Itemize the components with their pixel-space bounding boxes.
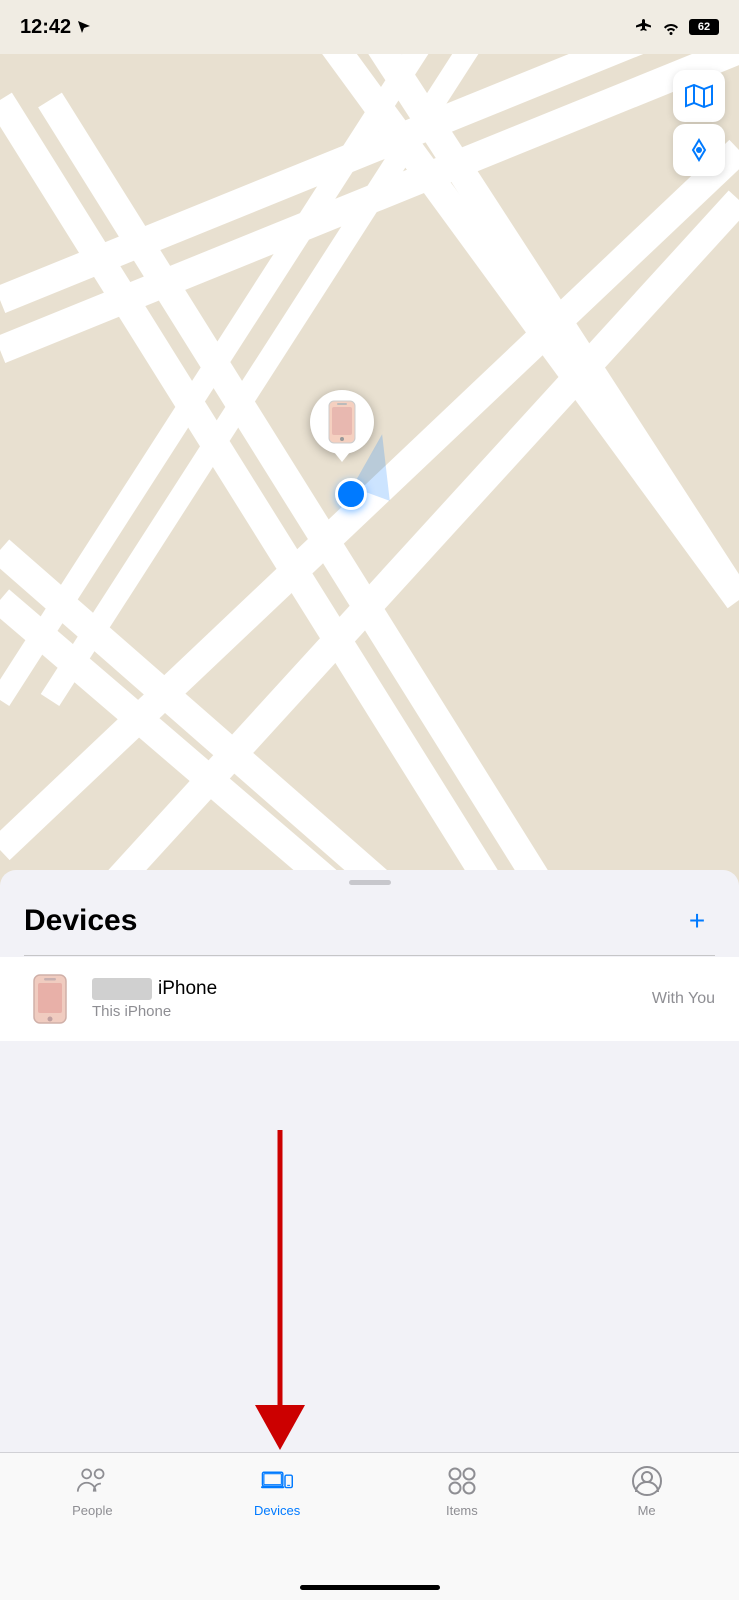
tab-devices[interactable]: Devices (185, 1465, 370, 1518)
tab-items[interactable]: Items (370, 1465, 555, 1518)
tab-people[interactable]: People (0, 1465, 185, 1518)
device-info: iPhone This iPhone (92, 978, 652, 1020)
tab-me[interactable]: Me (554, 1465, 739, 1518)
devices-icon (261, 1465, 293, 1497)
sheet-title: Devices (24, 904, 137, 938)
battery-indicator: 62 (689, 19, 719, 35)
map-controls (673, 70, 725, 176)
annotation-arrow (220, 1120, 340, 1465)
user-location (335, 478, 367, 510)
device-name: iPhone (158, 978, 217, 1000)
status-bar: 12:42 62 (0, 0, 739, 54)
phone-pin-circle (310, 390, 374, 454)
tab-items-label: Items (446, 1503, 478, 1518)
people-icon (76, 1465, 108, 1497)
device-icon (24, 973, 76, 1025)
device-status: With You (652, 990, 715, 1008)
map-view-button[interactable] (673, 70, 725, 122)
map-view[interactable] (0, 0, 739, 900)
status-time: 12:42 (20, 16, 91, 39)
location-arrow-icon (77, 20, 91, 34)
tab-me-label: Me (638, 1503, 656, 1518)
wifi-icon (661, 20, 681, 35)
device-map-pin[interactable] (310, 390, 374, 454)
sheet-divider (24, 955, 715, 956)
blue-location-dot (335, 478, 367, 510)
location-button[interactable] (673, 124, 725, 176)
airplane-icon (635, 19, 653, 35)
device-name-row: iPhone (92, 978, 652, 1000)
items-icon (446, 1465, 478, 1497)
tab-bar: People Devices Items (0, 1452, 739, 1600)
time-display: 12:42 (20, 16, 71, 39)
tab-devices-label: Devices (254, 1503, 300, 1518)
device-name-redacted (92, 978, 152, 1000)
device-subtitle: This iPhone (92, 1003, 652, 1020)
tab-people-label: People (72, 1503, 112, 1518)
device-list-item[interactable]: iPhone This iPhone With You (0, 957, 739, 1041)
status-icons: 62 (635, 19, 719, 35)
add-device-button[interactable]: + (679, 903, 715, 939)
me-icon (631, 1465, 663, 1497)
home-indicator (300, 1585, 440, 1590)
sheet-header: Devices + (0, 885, 739, 955)
